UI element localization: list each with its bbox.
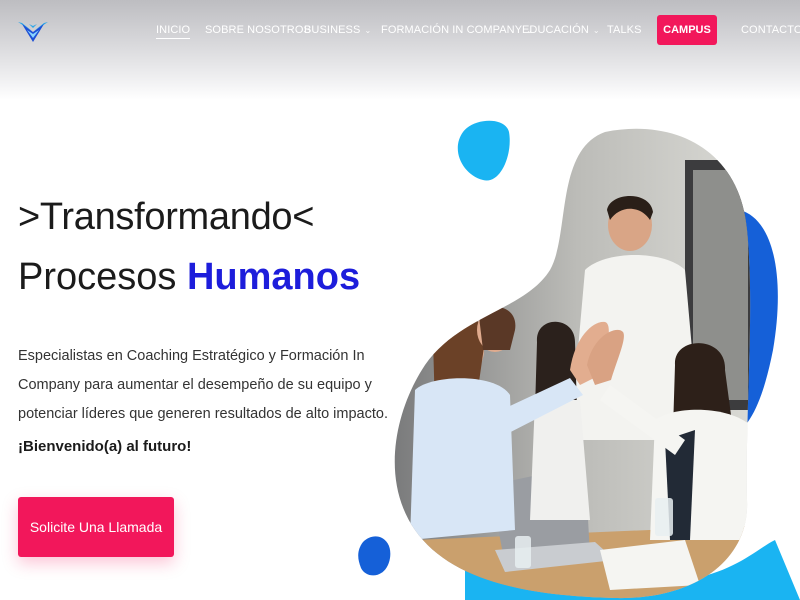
hero-title-line2: Procesos Humanos [18, 256, 360, 299]
nav-label: INICIO [156, 24, 191, 36]
nav-item-formacion-in-company[interactable]: FORMACIÓN IN COMPANY ⌄ [381, 24, 533, 36]
request-call-label: Solicite Una Llamada [29, 519, 163, 535]
chevron-down-icon: ⌄ [364, 26, 372, 35]
small-dark-blue-blob [358, 536, 391, 576]
header-bar: INICIO SOBRE NOSOTROS BUSINESS ⌄ FORMACIÓ… [0, 0, 800, 100]
nav-item-sobre-nosotros[interactable]: SOBRE NOSOTROS [205, 24, 311, 36]
hero-title-accent: Humanos [186, 256, 361, 298]
hero-title-line1: >Transformando< [18, 196, 315, 238]
hero-description: Especialistas en Coaching Estratégico y … [18, 348, 388, 422]
nav-item-educacion[interactable]: EDUCACIÓN ⌄ [522, 24, 600, 36]
light-blue-blob [457, 120, 510, 181]
nav-label: TALKS [607, 24, 642, 36]
hero-image-composition [358, 120, 800, 600]
nav-item-business[interactable]: BUSINESS ⌄ [304, 24, 371, 36]
nav-label: CONTACTO [741, 24, 800, 36]
nav-label: SOBRE NOSOTROS [205, 24, 311, 36]
hero-welcome: ¡Bienvenido(a) al futuro! [18, 438, 192, 455]
chevron-down-icon: ⌄ [592, 26, 600, 35]
nav-label: BUSINESS [304, 24, 361, 36]
campus-label: CAMPUS [663, 24, 711, 36]
nav-item-talks[interactable]: TALKS [607, 24, 642, 36]
hero-title-prefix: Procesos [18, 256, 187, 298]
nav-label: EDUCACIÓN [522, 24, 589, 36]
nav-item-contacto[interactable]: CONTACTO [741, 24, 800, 36]
main-nav: INICIO SOBRE NOSOTROS BUSINESS ⌄ FORMACIÓ… [0, 0, 800, 62]
request-call-button[interactable]: Solicite Una Llamada [18, 497, 174, 557]
team-high-five-photo [394, 128, 751, 599]
nav-label: FORMACIÓN IN COMPANY [381, 24, 523, 36]
campus-button[interactable]: CAMPUS [657, 15, 717, 45]
nav-item-inicio[interactable]: INICIO [156, 24, 191, 39]
